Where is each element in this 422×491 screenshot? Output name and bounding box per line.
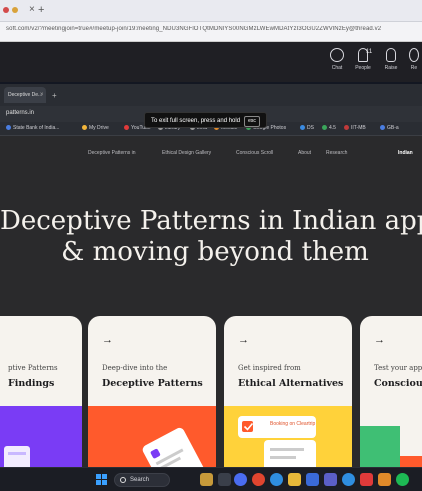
card-ethical-alternatives[interactable]: → Get inspired from Ethical Alternatives… xyxy=(224,316,352,486)
chat-icon xyxy=(330,48,344,62)
nav-link-deceptive-patterns[interactable]: Deceptive Patterns in xyxy=(88,150,136,156)
chrome-icon[interactable] xyxy=(252,473,265,486)
rating-icon xyxy=(322,125,327,131)
screenshot-root: × + soft.com/v2/?meetingjoin=true#/meetu… xyxy=(0,0,422,491)
nav-link-about[interactable]: About xyxy=(298,150,311,156)
nav-link-research[interactable]: Research xyxy=(326,150,347,156)
taskbar-search-label: Search xyxy=(130,477,150,483)
meeting-toolbar: Chat 11 People Raise Re xyxy=(0,42,422,82)
card-pre-text: ptive Patterns xyxy=(8,364,58,372)
toast-text: To exit full screen, press and hold xyxy=(151,118,241,124)
card-deceptive-patterns[interactable]: → Deep-dive into the Deceptive Patterns xyxy=(88,316,216,486)
reaction-icon xyxy=(409,48,419,62)
media-icon[interactable] xyxy=(360,473,373,486)
cleartrip-text: Booking on Cleartrip xyxy=(270,421,316,427)
website-page: Deceptive Patterns in Ethical Design Gal… xyxy=(0,136,422,486)
ds-icon xyxy=(300,125,305,131)
spotify-icon[interactable] xyxy=(396,473,409,486)
edge-icon[interactable] xyxy=(270,473,283,486)
bookmark-icon xyxy=(6,125,11,131)
drive-icon xyxy=(82,125,87,131)
file-explorer-icon[interactable] xyxy=(288,473,301,486)
outer-tab-close-icon[interactable]: × xyxy=(29,4,35,15)
card-pre-text: Deep-dive into the xyxy=(102,364,168,372)
people-button[interactable]: 11 People xyxy=(352,48,374,76)
esc-key-badge: esc xyxy=(244,116,260,127)
hero-title: Deceptive Patterns in Indian apps & movi… xyxy=(0,206,422,268)
teams-icon[interactable] xyxy=(234,473,247,486)
bookmark-item[interactable]: DS xyxy=(300,125,314,131)
card-pre-text: Get inspired from xyxy=(238,364,301,372)
site-nav: Deceptive Patterns in Ethical Design Gal… xyxy=(0,150,422,162)
office-icon[interactable] xyxy=(378,473,391,486)
nav-link-indian[interactable]: Indian xyxy=(398,150,413,156)
people-count: 11 xyxy=(366,49,373,55)
raise-hand-button[interactable]: Raise xyxy=(380,48,402,76)
gb-icon xyxy=(380,125,385,131)
nav-link-ethical-gallery[interactable]: Ethical Design Gallery xyxy=(162,150,211,156)
arrow-right-icon: → xyxy=(102,334,113,346)
card-heading: Deceptive Patterns xyxy=(102,378,203,389)
reactions-button[interactable]: Re xyxy=(406,48,422,76)
youtube-icon xyxy=(124,125,129,131)
window-dot-yellow[interactable] xyxy=(12,7,18,13)
arrow-right-icon: → xyxy=(374,334,385,346)
card-heading: Consciou xyxy=(374,378,422,389)
outer-new-tab-icon[interactable]: + xyxy=(38,4,44,16)
outer-url-text[interactable]: soft.com/v2/?meetingjoin=true#/meetup-jo… xyxy=(6,26,416,38)
window-dot-red[interactable] xyxy=(3,7,9,13)
taskbar: Search xyxy=(0,467,422,491)
shared-new-tab-icon[interactable]: + xyxy=(52,91,57,100)
reactions-label: Re xyxy=(410,65,418,71)
outer-browser-tabbar: × + xyxy=(0,0,422,22)
fullscreen-toast: To exit full screen, press and hold esc xyxy=(144,112,267,128)
hero-line-1: Deceptive Patterns in Indian apps xyxy=(0,206,422,236)
widgets-icon[interactable] xyxy=(200,473,213,486)
bookmark-item[interactable]: GB-a xyxy=(380,125,399,131)
card-pre-text: Test your app xyxy=(374,364,422,372)
people-label: People xyxy=(355,65,371,71)
shared-browser-tabbar: Deceptive De... × + xyxy=(0,84,422,106)
chat-button[interactable]: Chat xyxy=(326,48,348,76)
arrow-right-icon: → xyxy=(238,334,249,346)
taskbar-search[interactable]: Search xyxy=(114,473,170,487)
task-view-icon[interactable] xyxy=(218,473,231,486)
iit-icon xyxy=(344,125,349,131)
bookmark-item[interactable]: 4.5 xyxy=(322,125,336,131)
hand-icon xyxy=(386,48,396,62)
nav-link-conscious-scroll[interactable]: Conscious Scroll xyxy=(236,150,273,156)
store-icon[interactable] xyxy=(306,473,319,486)
raise-label: Raise xyxy=(384,65,398,71)
shared-tab-title: Deceptive De... xyxy=(8,92,43,98)
hero-line-2: & moving beyond them xyxy=(61,237,369,267)
browser-icon[interactable] xyxy=(342,473,355,486)
outlook-icon[interactable] xyxy=(324,473,337,486)
outer-address-bar[interactable]: soft.com/v2/?meetingjoin=true#/meetup-jo… xyxy=(0,22,422,42)
card-findings[interactable]: ptive Patterns Findings xyxy=(0,316,82,486)
bookmark-item[interactable]: IIT-MB xyxy=(344,125,366,131)
card-conscious[interactable]: → Test your app Consciou xyxy=(360,316,422,486)
shared-tab-close-icon[interactable]: × xyxy=(40,92,44,98)
card-heading: Ethical Alternatives xyxy=(238,378,344,389)
chat-label: Chat xyxy=(331,65,343,71)
shared-url-text[interactable]: patterns.in xyxy=(6,110,34,116)
windows-start-icon[interactable] xyxy=(96,474,107,485)
search-icon xyxy=(120,477,126,483)
bookmark-item[interactable]: My Drive xyxy=(82,125,109,131)
bookmark-item[interactable]: State Bank of India... xyxy=(6,125,59,131)
card-heading: Findings xyxy=(8,378,55,389)
